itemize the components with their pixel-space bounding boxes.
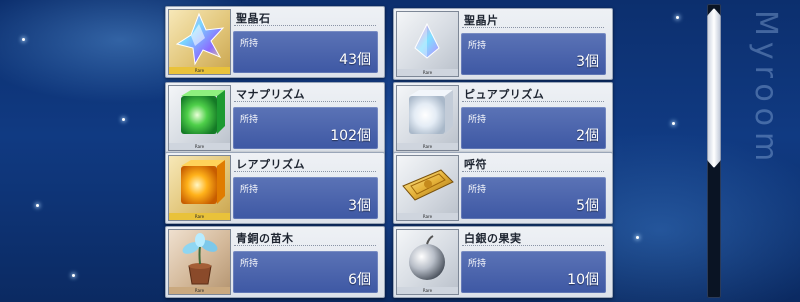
divider (462, 27, 604, 28)
divider (234, 101, 376, 102)
rarity-label: Rare (397, 143, 458, 150)
held-count: 43個 (339, 52, 371, 68)
held-label: 所持 (468, 259, 487, 269)
bronze-sapling-icon (182, 233, 218, 285)
watermark-text: Myroom (748, 10, 783, 168)
held-count: 2個 (576, 128, 599, 144)
quantity-panel: 所持 10個 (461, 251, 606, 293)
item-card-summon-ticket[interactable]: Rare 呼符 所持 5個 (393, 152, 613, 224)
held-label: 所持 (468, 115, 487, 125)
rarity-label: Rare (169, 213, 230, 220)
held-label: 所持 (468, 41, 487, 51)
item-thumbnail: Rare (168, 229, 231, 295)
scrollbar-thumb[interactable] (707, 8, 721, 168)
rarity-label: Rare (397, 213, 458, 220)
item-thumbnail: Rare (168, 155, 231, 221)
item-thumbnail: Rare (168, 9, 231, 75)
saint-quartz-icon (175, 12, 225, 66)
held-count: 5個 (576, 198, 599, 214)
mana-prism-icon (181, 90, 225, 134)
item-thumbnail: Rare (396, 85, 459, 151)
item-name: マナプリズム (236, 88, 305, 101)
item-thumbnail: Rare (396, 11, 459, 77)
star-sparkle (636, 236, 639, 239)
held-label: 所持 (240, 185, 259, 195)
item-card-saint-quartz[interactable]: Rare 聖晶石 所持 43個 (165, 6, 385, 78)
quantity-panel: 所持 2個 (461, 107, 606, 149)
star-sparkle (676, 16, 679, 19)
item-card-mana-prism[interactable]: Rare マナプリズム 所持 102個 (165, 82, 385, 154)
rarity-label: Rare (397, 69, 458, 76)
divider (462, 171, 604, 172)
divider (462, 245, 604, 246)
held-label: 所持 (240, 39, 259, 49)
held-label: 所持 (468, 185, 487, 195)
item-card-rare-prism[interactable]: Rare レアプリズム 所持 3個 (165, 152, 385, 224)
rarity-label: Rare (169, 143, 230, 150)
item-thumbnail: Rare (396, 155, 459, 221)
held-label: 所持 (240, 115, 259, 125)
quantity-panel: 所持 5個 (461, 177, 606, 219)
divider (462, 101, 604, 102)
held-count: 10個 (567, 272, 599, 288)
quantity-panel: 所持 43個 (233, 31, 378, 73)
rarity-label: Rare (169, 287, 230, 294)
quantity-panel: 所持 102個 (233, 107, 378, 149)
star-sparkle (36, 204, 39, 207)
item-name: レアプリズム (236, 158, 305, 171)
held-count: 6個 (348, 272, 371, 288)
item-name: 呼符 (464, 158, 487, 171)
pure-prism-icon (409, 90, 453, 134)
item-name: 聖晶石 (236, 12, 271, 25)
item-card-silver-fruit[interactable]: Rare 白銀の果実 所持 10個 (393, 226, 613, 298)
quantity-panel: 所持 3個 (233, 177, 378, 219)
star-sparkle (672, 122, 675, 125)
divider (234, 25, 376, 26)
quantity-panel: 所持 3個 (461, 33, 606, 75)
rare-prism-icon (181, 160, 225, 204)
star-sparkle (122, 118, 125, 121)
held-count: 102個 (330, 128, 371, 144)
quantity-panel: 所持 6個 (233, 251, 378, 293)
held-label: 所持 (240, 259, 259, 269)
item-name: ピュアプリズム (464, 88, 545, 101)
item-card-pure-prism[interactable]: Rare ピュアプリズム 所持 2個 (393, 82, 613, 154)
rarity-label: Rare (169, 67, 230, 74)
item-card-bronze-sapling[interactable]: Rare 青銅の苗木 所持 6個 (165, 226, 385, 298)
rarity-label: Rare (397, 287, 458, 294)
item-thumbnail: Rare (168, 85, 231, 151)
item-thumbnail: Rare (396, 229, 459, 295)
silver-fruit-icon (409, 235, 445, 280)
item-name: 白銀の果実 (464, 232, 522, 245)
item-card-quartz-fragment[interactable]: Rare 聖晶片 所持 3個 (393, 8, 613, 80)
summon-ticket-icon (402, 169, 454, 201)
divider (234, 245, 376, 246)
item-list-screen: Rare 聖晶石 所持 43個 Rare 聖晶片 所持 3個 Rare マナプリ… (0, 0, 800, 302)
held-count: 3個 (348, 198, 371, 214)
held-count: 3個 (576, 54, 599, 70)
star-sparkle (72, 274, 75, 277)
divider (234, 171, 376, 172)
item-name: 聖晶片 (464, 14, 499, 27)
item-name: 青銅の苗木 (236, 232, 294, 245)
star-sparkle (22, 38, 25, 41)
quartz-fragment-icon (414, 22, 440, 59)
